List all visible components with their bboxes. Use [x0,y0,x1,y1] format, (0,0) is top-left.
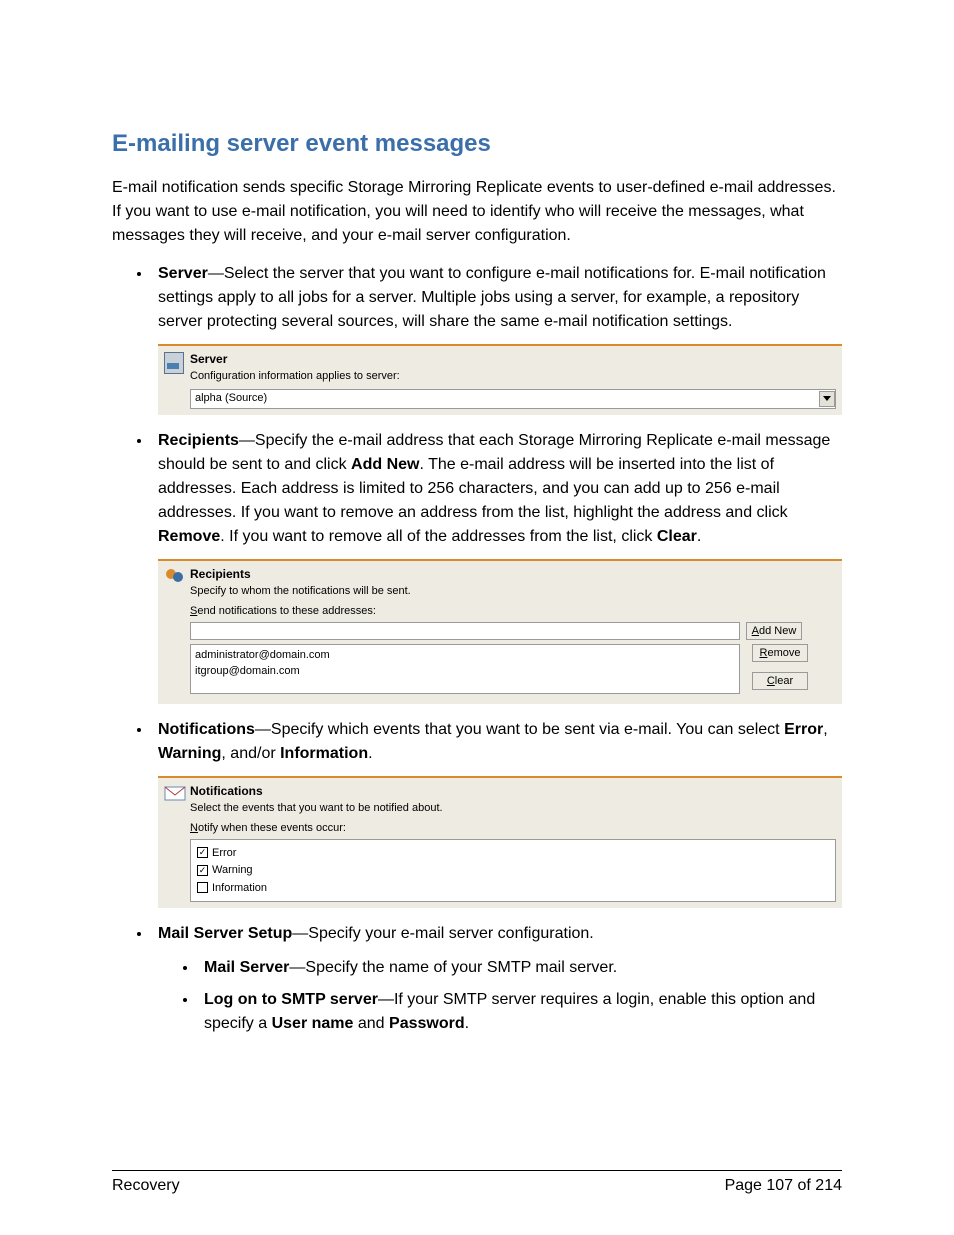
bullet-mail-setup-label: Mail Server Setup [158,925,292,942]
server-dropdown[interactable]: alpha (Source) [190,389,836,409]
notifications-panel-sub: Select the events that you want to be no… [190,800,836,817]
server-dropdown-value: alpha (Source) [191,390,819,407]
people-icon [164,565,190,698]
server-panel-title: Server [190,350,836,368]
server-panel-sub: Configuration information applies to ser… [190,368,836,385]
footer-left: Recovery [112,1177,180,1195]
notifications-label: Notify when these events occur: [190,820,836,837]
remove-button[interactable]: Remove [752,644,808,662]
server-panel: Server Configuration information applies… [158,344,842,415]
clear-button[interactable]: Clear [752,672,808,690]
sub-bullet-smtp-login: Log on to SMTP server—If your SMTP serve… [198,988,842,1036]
page-heading: E-mailing server event messages [112,130,842,158]
bullet-server: Server—Select the server that you want t… [152,262,842,415]
server-icon [164,350,190,409]
footer-right: Page 107 of 214 [725,1177,842,1195]
notifications-panel: Notifications Select the events that you… [158,776,842,909]
recipients-panel-sub: Specify to whom the notifications will b… [190,583,836,600]
bullet-notifications-label: Notifications [158,721,255,738]
checkbox-error[interactable]: ✓ Error [197,845,829,862]
recipients-label: Send notifications to these addresses: [190,603,836,620]
sub-bullet-mail-server: Mail Server—Specify the name of your SMT… [198,956,842,980]
bullet-recipients-label: Recipients [158,432,239,449]
add-new-button[interactable]: Add New [746,622,802,640]
notifications-panel-title: Notifications [190,782,836,800]
checkbox-information[interactable]: Information [197,880,829,897]
intro-paragraph: E-mail notification sends specific Stora… [112,176,842,248]
bullet-server-text: —Select the server that you want to conf… [158,265,826,330]
checkbox-warning[interactable]: ✓ Warning [197,862,829,879]
list-item[interactable]: itgroup@domain.com [195,663,735,680]
chevron-down-icon[interactable] [819,391,835,407]
list-item[interactable]: administrator@domain.com [195,647,735,664]
bullet-notifications: Notifications—Specify which events that … [152,718,842,909]
envelope-icon [164,782,190,903]
recipients-panel-title: Recipients [190,565,836,583]
bullet-mail-setup: Mail Server Setup—Specify your e-mail se… [152,922,842,1036]
notification-options: ✓ Error ✓ Warning Information [190,839,836,903]
recipient-input[interactable] [190,622,740,640]
recipient-list[interactable]: administrator@domain.com itgroup@domain.… [190,644,740,694]
bullet-recipients: Recipients—Specify the e-mail address th… [152,429,842,704]
bullet-server-label: Server [158,265,208,282]
recipients-panel: Recipients Specify to whom the notificat… [158,559,842,704]
